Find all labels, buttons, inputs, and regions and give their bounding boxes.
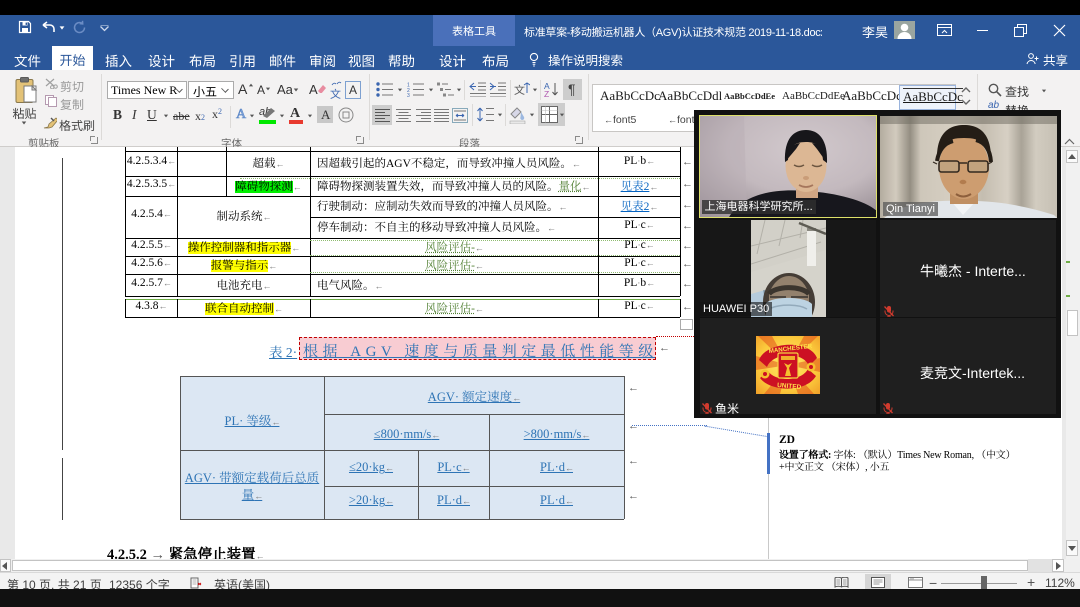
svg-text:文: 文 bbox=[514, 82, 525, 97]
svg-text:Z: Z bbox=[544, 89, 549, 98]
svg-text:3: 3 bbox=[407, 93, 410, 97]
